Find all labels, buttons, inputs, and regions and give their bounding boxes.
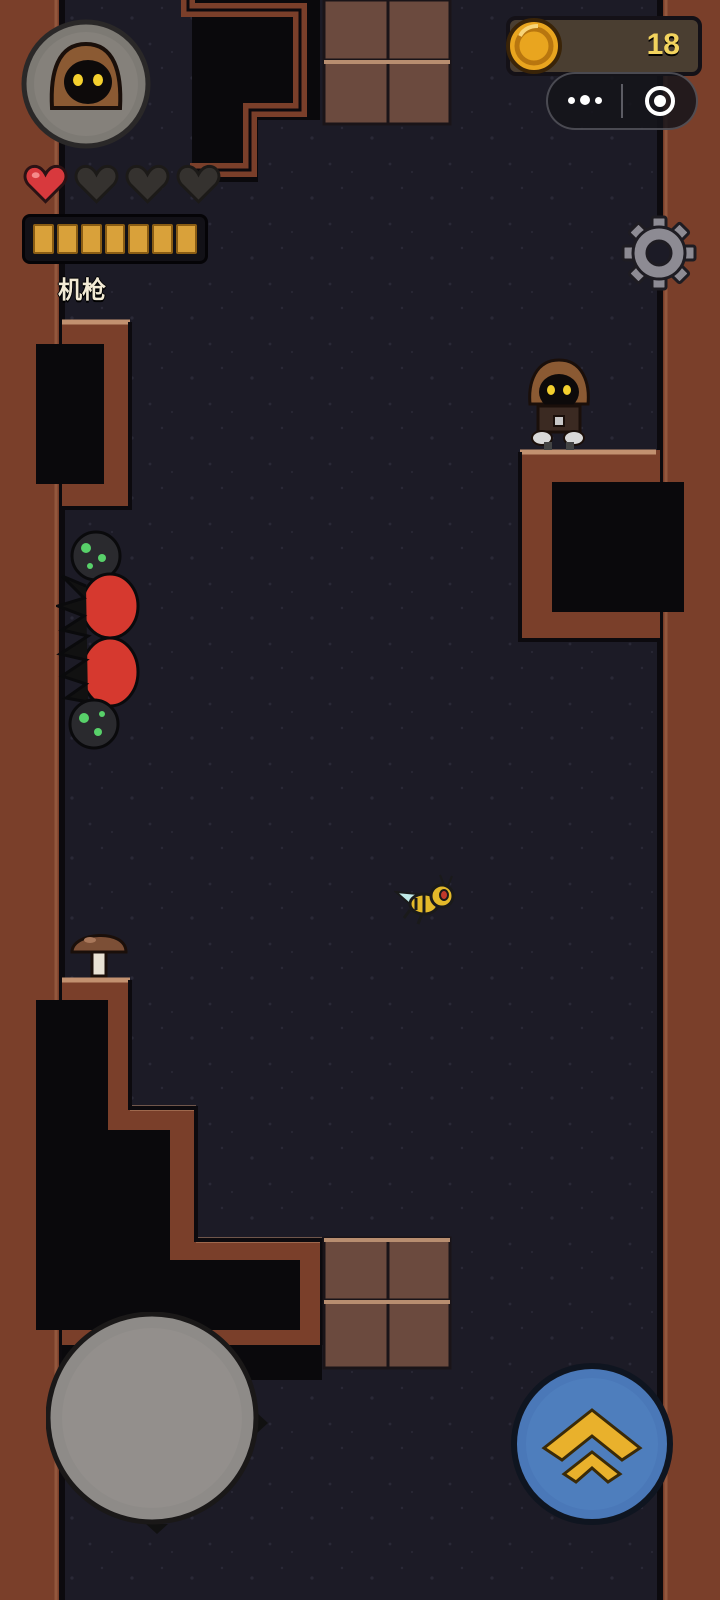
jump-button[interactable] bbox=[510, 1362, 674, 1526]
heart-icon-empty bbox=[74, 164, 119, 204]
game-stage[interactable]: 机枪 18 bbox=[0, 0, 720, 1600]
heart-icon-empty bbox=[125, 164, 170, 204]
coin-count: 18 bbox=[646, 28, 680, 61]
ammo-bar bbox=[22, 214, 208, 264]
mushroom bbox=[70, 934, 128, 978]
ammo-cell bbox=[80, 224, 102, 254]
close-button[interactable] bbox=[623, 74, 696, 128]
virtual-joystick[interactable] bbox=[46, 1312, 268, 1534]
ammo-cell bbox=[56, 224, 78, 254]
ammo-cell bbox=[128, 224, 150, 254]
ammo-cell bbox=[176, 224, 198, 254]
wasp bbox=[394, 874, 455, 925]
dirt-blocks-bottom bbox=[322, 1236, 452, 1370]
ammo-cell bbox=[104, 224, 126, 254]
gear-icon[interactable] bbox=[620, 214, 698, 292]
more-dots-icon bbox=[567, 95, 602, 106]
hooded-player bbox=[528, 358, 590, 450]
health-hearts bbox=[22, 162, 222, 208]
more-button[interactable] bbox=[548, 74, 621, 128]
coin-icon bbox=[506, 18, 562, 74]
target-close-icon bbox=[644, 86, 675, 116]
red-spiked-caterpillar bbox=[56, 530, 140, 750]
mini-program-capsule bbox=[546, 72, 698, 130]
heart-icon-empty bbox=[176, 164, 221, 204]
ammo-cell bbox=[152, 224, 174, 254]
ammo-cell bbox=[33, 224, 54, 254]
heart-icon bbox=[23, 164, 68, 204]
hooded-hero-portrait bbox=[21, 19, 151, 149]
weapon-label: 机枪 bbox=[58, 276, 106, 304]
dirt-blocks-top bbox=[322, 0, 452, 126]
